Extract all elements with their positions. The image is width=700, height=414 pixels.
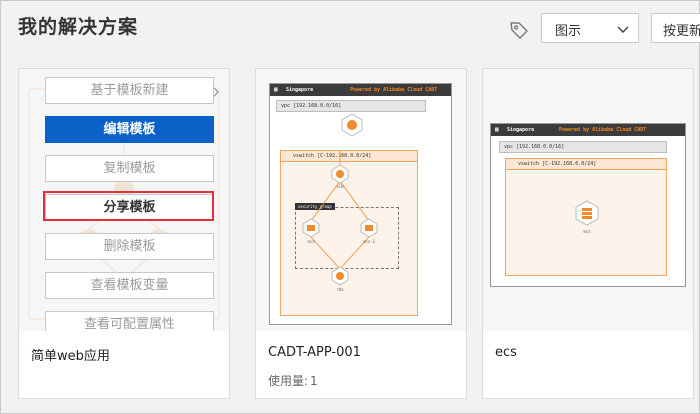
vswitch-group: vswitch [C-192.168.0.0/24] security_grou…	[280, 150, 418, 316]
region-header: ▦ Singapore Powered by Alibaba Cloud CAD…	[270, 84, 451, 96]
page-title: 我的解决方案	[18, 16, 139, 38]
card-thumbnail: ▦ Singapore Powered by Alibaba Cloud CAD…	[256, 69, 466, 331]
sort-button-label: 按更新	[663, 24, 700, 39]
card-name: ecs	[495, 345, 517, 360]
view-configurable-properties-button[interactable]: 查看可配置属性	[45, 311, 214, 331]
edit-template-button[interactable]: 编辑模板	[45, 116, 214, 143]
delete-template-button[interactable]: 删除模板	[45, 233, 214, 260]
ecs-node-icon	[575, 200, 599, 226]
region-header: ▦ Singapore Powered by Alibaba Cloud CAD…	[491, 124, 685, 136]
region-name: Singapore	[507, 127, 535, 133]
powered-by-label: Powered by Alibaba Cloud CADT	[350, 87, 438, 93]
region-name: Singapore	[286, 87, 314, 93]
node-label: ecs	[307, 239, 315, 244]
card-name: 简单web应用	[31, 349, 110, 364]
rds-node	[331, 266, 349, 286]
vpc-label: vpc [192.168.0.0/16]	[504, 144, 565, 150]
view-mode-value: 图示	[555, 24, 582, 39]
solution-card[interactable]: 基于模板新建 编辑模板 复制模板 分享模板 删除模板 查看模板变量 查看可配置属…	[18, 68, 230, 399]
usage-count: 使用量: 1	[268, 372, 318, 389]
architecture-diagram: ▦ Singapore Powered by Alibaba Cloud CAD…	[269, 83, 452, 325]
node-label: rds	[336, 287, 344, 292]
sort-button[interactable]: 按更新	[651, 13, 700, 43]
node-label: ecs	[583, 229, 591, 234]
card-thumbnail: ▦ Singapore Powered by Alibaba Cloud CAD…	[483, 69, 693, 331]
vswitch-group: vswitch [C-192.168.0.0/24] ecs	[505, 158, 667, 276]
tag-icon[interactable]	[508, 19, 530, 41]
vpc-header: vpc [192.168.0.0/16]	[499, 141, 667, 153]
node-label: slb	[336, 184, 344, 189]
diagram-connections	[302, 151, 378, 286]
vswitch-header: vswitch [C-192.168.0.0/24]	[506, 159, 666, 170]
architecture-diagram: ▦ Singapore Powered by Alibaba Cloud CAD…	[490, 123, 686, 287]
view-mode-select[interactable]: 图示	[541, 13, 639, 43]
vpc-header: vpc [192.168.0.0/16]	[276, 100, 426, 112]
page-frame: 我的解决方案 图示 按更新 基于模板新建 编辑模板 复制模板 分享模板 删除模板…	[0, 0, 700, 414]
grid-icon: ▦	[274, 86, 278, 93]
slb-node	[331, 164, 349, 184]
highlight-frame	[43, 191, 214, 221]
new-from-template-button[interactable]: 基于模板新建	[45, 77, 214, 104]
usage-value: 1	[310, 374, 318, 388]
usage-label: 使用量:	[268, 374, 309, 388]
solution-card[interactable]: ▦ Singapore Powered by Alibaba Cloud CAD…	[255, 68, 467, 399]
solution-card[interactable]: ▦ Singapore Powered by Alibaba Cloud CAD…	[482, 68, 694, 399]
vswitch-label: vswitch [C-192.168.0.0/24]	[518, 161, 597, 167]
view-template-variables-button[interactable]: 查看模板变量	[45, 272, 214, 299]
ecs-node	[302, 218, 320, 238]
chevron-down-icon	[617, 26, 629, 34]
copy-template-button[interactable]: 复制模板	[45, 155, 214, 182]
router-icon	[341, 113, 363, 137]
grid-icon: ▦	[495, 126, 499, 133]
card-thumbnail: 基于模板新建 编辑模板 复制模板 分享模板 删除模板 查看模板变量 查看可配置属…	[19, 69, 229, 331]
powered-by-label: Powered by Alibaba Cloud CADT	[559, 127, 647, 133]
vpc-label: vpc [192.168.0.0/16]	[281, 103, 342, 109]
card-name: CADT-APP-001	[268, 345, 361, 360]
ecs-1-node	[360, 218, 378, 238]
node-label: ecs-1	[362, 239, 376, 244]
